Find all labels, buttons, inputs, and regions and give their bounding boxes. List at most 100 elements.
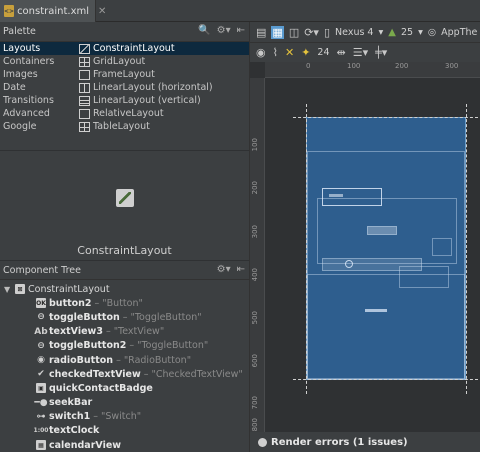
seekbar-outline[interactable]	[365, 309, 387, 312]
orientation-icon[interactable]: ⟳▾	[304, 26, 319, 39]
preview-label: ConstraintLayout	[77, 244, 172, 257]
render-errors-label[interactable]: Render errors (1 issues)	[271, 437, 408, 448]
pack-icon[interactable]: ⇹	[337, 46, 346, 59]
guidelines-icon[interactable]: ╪▾	[375, 46, 387, 59]
search-icon[interactable]: 🔍	[198, 25, 210, 36]
left-panel: Palette 🔍 ⚙▾ ⇤ Layouts Containers Images…	[0, 22, 249, 452]
close-icon[interactable]: ✕	[98, 6, 106, 17]
tree-item-name: quickContactBadge	[49, 382, 153, 394]
ruler-tick: 100	[251, 138, 259, 152]
design-canvas[interactable]: 0 100 200 300 100 200 300 400 500 600 70…	[249, 62, 480, 432]
clear-constraints-icon[interactable]: ✕	[285, 46, 294, 59]
palette-title: Palette	[3, 26, 36, 37]
hide-panel-icon[interactable]: ⇤	[237, 25, 245, 36]
theme-icon: ◎	[427, 26, 437, 38]
category-layouts[interactable]: Layouts	[0, 42, 78, 55]
toggle-outline[interactable]	[367, 226, 397, 235]
tab-constraint-xml[interactable]: <> constraint.xml ✕	[0, 0, 106, 22]
calendar-outline[interactable]	[307, 274, 465, 380]
linear-horizontal-icon	[79, 82, 90, 93]
bottom-guide	[293, 379, 478, 380]
badge-outline[interactable]	[432, 238, 452, 256]
ruler-tick: 0	[306, 62, 311, 70]
gear-icon[interactable]: ⚙▾	[217, 25, 231, 36]
tree-item-quickcontactbadge[interactable]: ▣ quickContactBadge	[0, 381, 249, 395]
dropdown-icon[interactable]: ▾	[418, 27, 423, 38]
autoconnect-icon[interactable]: ⌇	[273, 46, 278, 59]
category-date[interactable]: Date	[0, 81, 78, 94]
ruler-tick: 200	[395, 62, 409, 70]
toggle-button-icon: ⊖	[37, 340, 45, 351]
component-tree: Component Tree ⚙▾ ⇤ ▼ ⊠ ConstraintLayout…	[0, 260, 249, 452]
contact-badge-icon: ▣	[36, 383, 46, 394]
tree-item-name: radioButton	[49, 354, 114, 366]
expand-arrow-icon[interactable]: ▼	[4, 285, 12, 294]
calendar-icon: ▦	[36, 440, 46, 451]
widget-linearlayout-horizontal[interactable]: LinearLayout (horizontal)	[78, 81, 249, 94]
ruler-tick: 500	[251, 311, 259, 325]
switch-icon: ⊶	[36, 411, 46, 422]
palette-categories: Layouts Containers Images Date Transitio…	[0, 42, 78, 133]
api-selector[interactable]: 25	[401, 27, 413, 38]
tree-item-textclock[interactable]: 1:00 textClock	[0, 424, 249, 438]
error-icon	[258, 437, 267, 447]
tree-item-calendarview[interactable]: ▦ calendarView	[0, 438, 249, 452]
category-transitions[interactable]: Transitions	[0, 94, 78, 107]
blueprint-view-icon[interactable]: ▦	[271, 25, 284, 39]
tree-item-textview3[interactable]: Ab textView3 – "TextView"	[0, 325, 249, 339]
design-view-icon[interactable]: ▤	[256, 26, 266, 39]
tree-item-togglebutton2[interactable]: ⊖ toggleButton2 – "ToggleButton"	[0, 339, 249, 353]
toggle-button-icon: ⊖	[37, 312, 45, 323]
design-toolbar-bottom: ◉ ⌇ ✕ ✦ 24 ⇹ ☰▾ ╪▾	[249, 42, 480, 62]
tab-label: constraint.xml	[17, 5, 90, 17]
default-margin[interactable]: 24	[317, 47, 329, 58]
widget-label: LinearLayout (vertical)	[93, 95, 201, 106]
widget-constraintlayout[interactable]: ConstraintLayout	[78, 42, 249, 55]
radio-circle	[345, 260, 353, 268]
editor-tab-bar: <> constraint.xml ✕	[0, 0, 480, 22]
category-advanced[interactable]: Advanced	[0, 107, 78, 120]
widget-framelayout[interactable]: FrameLayout	[78, 68, 249, 81]
eye-icon[interactable]: ◉	[256, 46, 266, 59]
gear-icon[interactable]: ⚙▾	[217, 264, 231, 275]
blueprint-device[interactable]	[306, 117, 466, 380]
text-clock-icon: 1:00	[33, 427, 49, 435]
hide-panel-icon[interactable]: ⇤	[237, 264, 245, 275]
category-images[interactable]: Images	[0, 68, 78, 81]
align-icon[interactable]: ☰▾	[353, 46, 368, 59]
widget-linearlayout-vertical[interactable]: LinearLayout (vertical)	[78, 94, 249, 107]
render-errors-bar[interactable]: Render errors (1 issues)	[249, 432, 480, 452]
widget-relativelayout[interactable]: RelativeLayout	[78, 107, 249, 120]
theme-selector[interactable]: AppThe	[441, 27, 477, 38]
ruler-tick: 600	[251, 354, 259, 368]
both-views-icon[interactable]: ◫	[289, 26, 299, 39]
tree-item-button2[interactable]: OK button2 – "Button"	[0, 296, 249, 310]
device-selector[interactable]: Nexus 4	[335, 27, 373, 38]
dropdown-icon[interactable]: ▾	[378, 27, 383, 38]
ruler-tick: 100	[347, 62, 361, 70]
ruler-tick: 300	[445, 62, 459, 70]
tree-item-seekbar[interactable]: ━● seekBar	[0, 396, 249, 410]
tree-root[interactable]: ▼ ⊠ ConstraintLayout	[0, 282, 249, 296]
left-guide	[306, 104, 307, 394]
text-view-icon: Ab	[34, 326, 48, 337]
button-outline[interactable]	[322, 188, 382, 206]
tree-item-togglebutton[interactable]: ⊖ toggleButton – "ToggleButton"	[0, 310, 249, 324]
tree-item-checkedtextview[interactable]: ✔ checkedTextView – "CheckedTextView"	[0, 367, 249, 381]
tree-item-radiobutton[interactable]: ◉ radioButton – "RadioButton"	[0, 353, 249, 367]
widget-tablelayout[interactable]: TableLayout	[78, 120, 249, 133]
category-google[interactable]: Google	[0, 120, 78, 133]
device-icon[interactable]: ▯	[324, 26, 330, 39]
tree-item-name: button2	[49, 297, 92, 309]
infer-constraints-icon[interactable]: ✦	[301, 46, 310, 59]
palette-widgets: ConstraintLayout GridLayout FrameLayout …	[78, 42, 249, 133]
tree-item-name: calendarView	[49, 439, 122, 451]
widget-gridlayout[interactable]: GridLayout	[78, 55, 249, 68]
tree-item-separator: –	[94, 297, 100, 309]
ruler-tick: 700	[251, 396, 259, 410]
tree-item-switch1[interactable]: ⊶ switch1 – "Switch"	[0, 410, 249, 424]
widget-label: ConstraintLayout	[93, 43, 175, 54]
palette: Layouts Containers Images Date Transitio…	[0, 42, 249, 150]
category-containers[interactable]: Containers	[0, 55, 78, 68]
table-layout-icon	[79, 121, 90, 132]
